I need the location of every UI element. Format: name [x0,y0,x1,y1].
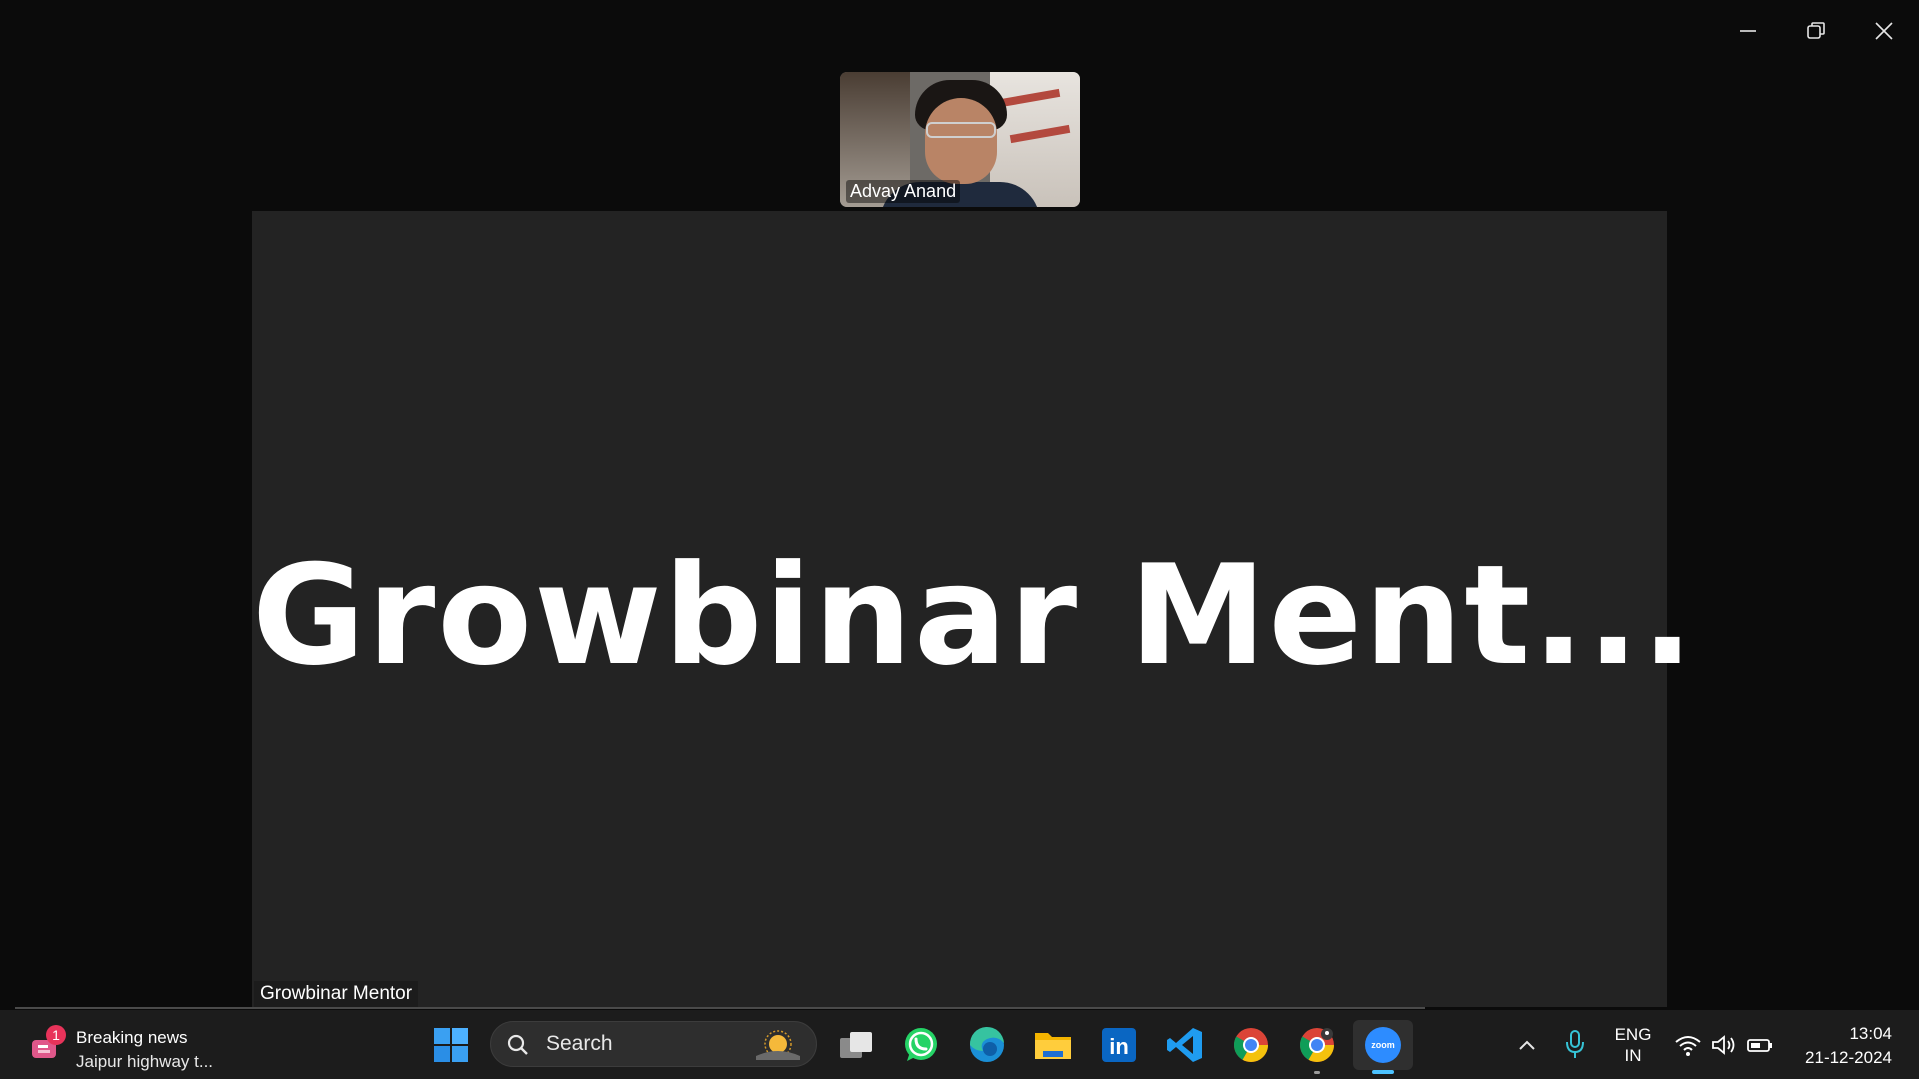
participant-name-label: Advay Anand [846,180,961,203]
restore-button[interactable] [1782,0,1850,62]
language-code: ENG [1614,1025,1652,1044]
close-button[interactable] [1850,0,1918,62]
restore-icon [1807,22,1825,39]
zoom-logo-text: zoom [1371,1040,1395,1050]
battery-icon[interactable] [1746,1032,1774,1058]
participant-face [925,98,997,184]
task-view-button[interactable] [831,1020,881,1070]
taskbar: 1 Breaking news Jaipur highway t... Sear… [0,1010,1919,1079]
minimize-button[interactable] [1714,0,1782,62]
file-explorer-icon [1035,1033,1071,1059]
chevron-up-icon[interactable] [1512,1030,1542,1060]
minimize-icon [1740,30,1756,32]
file-explorer-app-button[interactable] [1028,1020,1078,1070]
edge-app-button[interactable] [962,1020,1012,1070]
vscode-app-button[interactable] [1160,1020,1210,1070]
edge-icon [969,1026,1004,1062]
running-indicator [1314,1071,1320,1074]
chrome-profile-app-button[interactable] [1292,1020,1342,1074]
main-participant-name-label: Growbinar Mentor [254,981,419,1007]
windows-logo-icon [434,1028,468,1062]
news-headline: Jaipur highway t... [76,1052,214,1071]
volume-icon[interactable] [1710,1032,1738,1058]
news-title: Breaking news [76,1028,188,1047]
participant-display-name: Growbinar Ment... [252,535,1696,696]
clock-date: 21-12-2024 [1805,1048,1892,1067]
search-placeholder: Search [546,1032,613,1055]
region-code: IN [1624,1046,1642,1065]
participant-glasses [926,122,996,138]
participant-video-thumbnail[interactable]: Advay Anand [840,72,1080,207]
chrome-app-button[interactable] [1226,1020,1276,1070]
close-icon [1875,22,1893,40]
main-video-stage[interactable]: Growbinar Ment... Growbinar Mentor [252,211,1696,1007]
notification-badge: 1 [46,1025,66,1045]
clock-time: 13:04 [1849,1024,1892,1043]
start-button[interactable] [426,1020,476,1070]
search-highlight-icon [756,1030,800,1060]
wifi-icon[interactable] [1674,1032,1702,1058]
news-widget[interactable]: 1 Breaking news Jaipur highway t... [26,1018,246,1072]
task-view-icon [840,1032,872,1058]
whatsapp-icon [905,1028,937,1061]
microphone-icon[interactable] [1560,1028,1590,1060]
chrome-icon [1234,1028,1268,1062]
zoom-app-button[interactable]: zoom [1353,1020,1413,1074]
linkedin-logo-text: in [1109,1034,1129,1059]
whatsapp-app-button[interactable] [896,1020,946,1070]
search-input[interactable]: Search [490,1021,817,1067]
divider [15,1007,1425,1009]
vscode-icon [1167,1028,1202,1062]
active-indicator [1372,1070,1394,1074]
linkedin-icon: in [1102,1028,1136,1062]
system-clock[interactable]: 13:04 21-12-2024 [1786,1022,1892,1070]
zoom-icon: zoom [1365,1027,1401,1063]
chrome-profile-icon [1300,1028,1334,1062]
search-icon [507,1034,528,1055]
input-language-indicator[interactable]: ENG IN [1604,1024,1662,1066]
linkedin-app-button[interactable]: in [1094,1020,1144,1070]
